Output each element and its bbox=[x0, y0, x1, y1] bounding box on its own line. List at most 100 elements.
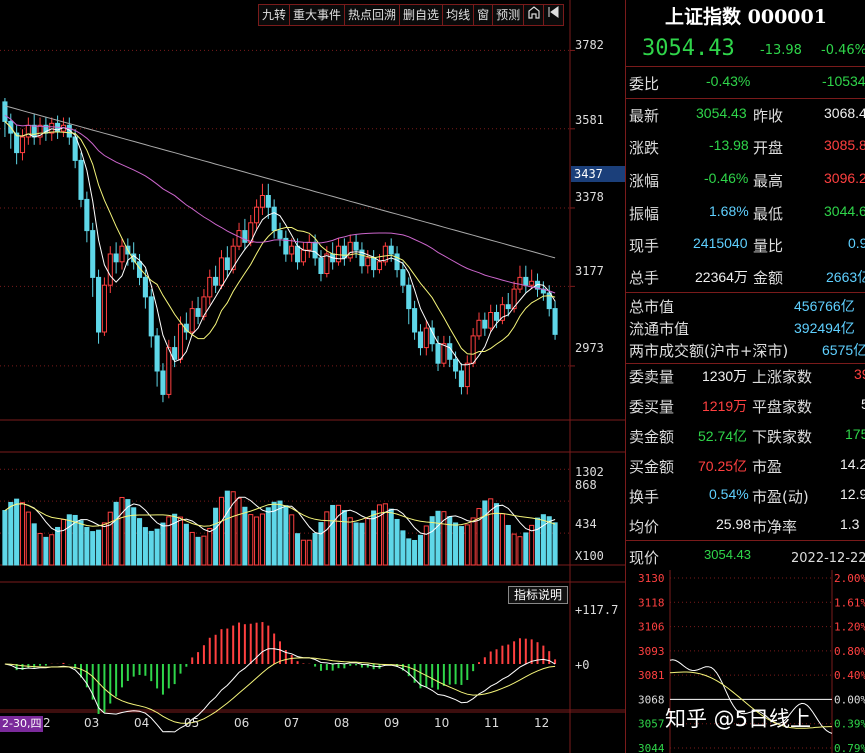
candle-body bbox=[72, 136, 78, 161]
volume-axis-label: 1302 bbox=[575, 465, 604, 479]
candle-body bbox=[154, 335, 160, 372]
quote-label: 涨跌 bbox=[629, 139, 660, 157]
price-axis-label: 3177 bbox=[575, 264, 604, 278]
mini-price-label: 3093 bbox=[638, 645, 665, 658]
quote-row: 涨跌 -13.98 开盘 3085.8 bbox=[626, 137, 865, 169]
volume-bar bbox=[142, 527, 148, 566]
volume-bar bbox=[90, 531, 96, 566]
order-row: 换手 0.54% 市盈(动) 12.9 bbox=[626, 486, 865, 518]
volume-bar bbox=[131, 507, 137, 566]
quote-label2: 最低 bbox=[753, 205, 784, 223]
toolbar-moving-average-button[interactable]: 均线 bbox=[443, 4, 475, 26]
volume-bar bbox=[453, 522, 459, 566]
volume-bar bbox=[412, 539, 418, 566]
price-axis-label: 3581 bbox=[575, 113, 604, 127]
volume-bar bbox=[312, 532, 318, 566]
quote-label: 总市值 bbox=[629, 298, 675, 316]
home-icon[interactable] bbox=[524, 4, 545, 26]
quote-value2: 14.2 bbox=[840, 456, 865, 472]
quote-label: 委比 bbox=[629, 75, 660, 93]
quote-label: 振幅 bbox=[629, 205, 660, 223]
toolbar-jiuzhuan-button[interactable]: 九转 bbox=[258, 4, 291, 26]
volume-bar bbox=[183, 523, 189, 566]
quote-value2: 5 bbox=[861, 396, 865, 412]
quote-label: 委买量 bbox=[629, 398, 675, 416]
pin-icon[interactable] bbox=[544, 4, 565, 26]
volume-bar bbox=[423, 525, 429, 566]
candle-body bbox=[552, 308, 558, 335]
candle-body bbox=[90, 230, 96, 278]
volume-unit-label: X100 bbox=[575, 549, 604, 563]
quote-value: 0.54% bbox=[709, 486, 749, 502]
candle-body bbox=[417, 331, 424, 349]
toolbar-remove-watchlist-button[interactable]: 删自选 bbox=[400, 4, 444, 26]
quote-value: 1.68% bbox=[709, 203, 749, 219]
volume-bar bbox=[119, 496, 125, 566]
volume-bar bbox=[470, 517, 476, 566]
volume-bar bbox=[552, 522, 558, 566]
candle-body bbox=[78, 159, 84, 200]
volume-axis-label: 868 bbox=[575, 478, 597, 492]
market-value-row: 总市值 456766亿 bbox=[626, 296, 865, 318]
volume-bar bbox=[417, 534, 424, 566]
candle-body bbox=[189, 308, 195, 333]
candle-body bbox=[306, 241, 312, 251]
indicator-help-button[interactable]: 指标说明 bbox=[508, 586, 568, 604]
current-price-marker: 3437 bbox=[571, 166, 625, 182]
quote-label: 涨幅 bbox=[629, 172, 660, 190]
x-axis-label: 06 bbox=[234, 716, 250, 730]
quote-value: 70.25亿 bbox=[698, 458, 748, 474]
quote-value2: 3068.4 bbox=[824, 105, 865, 121]
volume-bar bbox=[435, 510, 441, 566]
kline-chart-svg[interactable] bbox=[0, 0, 625, 753]
quote-value2: 2663亿 bbox=[826, 269, 865, 285]
quote-value: 22364万 bbox=[695, 269, 748, 285]
candle-body bbox=[458, 370, 464, 388]
quote-value: 1230万 bbox=[702, 368, 748, 384]
candle-body bbox=[265, 195, 271, 208]
kline-chart-area[interactable]: 九转 重大事件 热点回溯 删自选 均线 窗 预测 3437 3782 3581 … bbox=[0, 0, 625, 753]
volume-bar bbox=[341, 510, 347, 566]
quote-value: 1219万 bbox=[702, 398, 748, 414]
watermark-text: 知乎 @5日线上 bbox=[665, 707, 812, 731]
quote-label2: 市净率 bbox=[752, 518, 798, 536]
volume-bar bbox=[166, 516, 172, 566]
toolbar-major-events-button[interactable]: 重大事件 bbox=[290, 4, 346, 26]
volume-bar bbox=[523, 532, 529, 566]
candle-body bbox=[31, 124, 37, 138]
quote-row: 涨幅 -0.46% 最高 3096.2 bbox=[626, 170, 865, 202]
volume-bar bbox=[101, 522, 107, 566]
quote-label2: 最高 bbox=[753, 172, 784, 190]
candle-body bbox=[499, 304, 505, 321]
candle-body bbox=[388, 245, 394, 255]
volume-bar bbox=[19, 502, 26, 566]
volume-bar bbox=[277, 500, 283, 566]
volume-bar bbox=[400, 530, 406, 566]
toolbar-hot-review-button[interactable]: 热点回溯 bbox=[345, 4, 401, 26]
quote-value2: 0.9 bbox=[848, 235, 865, 251]
quote-row: 现手 2415040 量比 0.9 bbox=[626, 235, 865, 267]
toolbar-window-button[interactable]: 窗 bbox=[474, 4, 494, 26]
volume-bar bbox=[60, 519, 67, 566]
candle-body bbox=[277, 230, 283, 239]
candle-body bbox=[529, 280, 535, 286]
order-row: 卖金额 52.74亿 下跌家数 175 bbox=[626, 426, 865, 458]
quote-value: 3054.43 bbox=[704, 547, 751, 562]
volume-bar bbox=[136, 518, 143, 566]
price-change-pct: -0.46% bbox=[821, 43, 865, 58]
quote-date: 2022-12-22,四 bbox=[791, 551, 865, 566]
quote-label: 均价 bbox=[629, 518, 660, 536]
candle-body bbox=[259, 195, 265, 208]
quote-panel: 上证指数 000001 3054.43 -13.98 -0.46% 委比 -0.… bbox=[625, 0, 865, 753]
volume-bar bbox=[2, 510, 8, 566]
quote-label2: 昨收 bbox=[753, 107, 784, 125]
candle-body bbox=[341, 245, 347, 259]
volume-bar bbox=[248, 514, 254, 566]
mini-price-label: 3118 bbox=[638, 596, 665, 609]
candle-body bbox=[218, 257, 225, 286]
volume-bar bbox=[447, 516, 453, 566]
volume-bar bbox=[318, 522, 324, 566]
toolbar-forecast-button[interactable]: 预测 bbox=[493, 4, 525, 26]
candle-body bbox=[254, 206, 260, 224]
date-badge: 2-30,四 bbox=[0, 716, 44, 732]
